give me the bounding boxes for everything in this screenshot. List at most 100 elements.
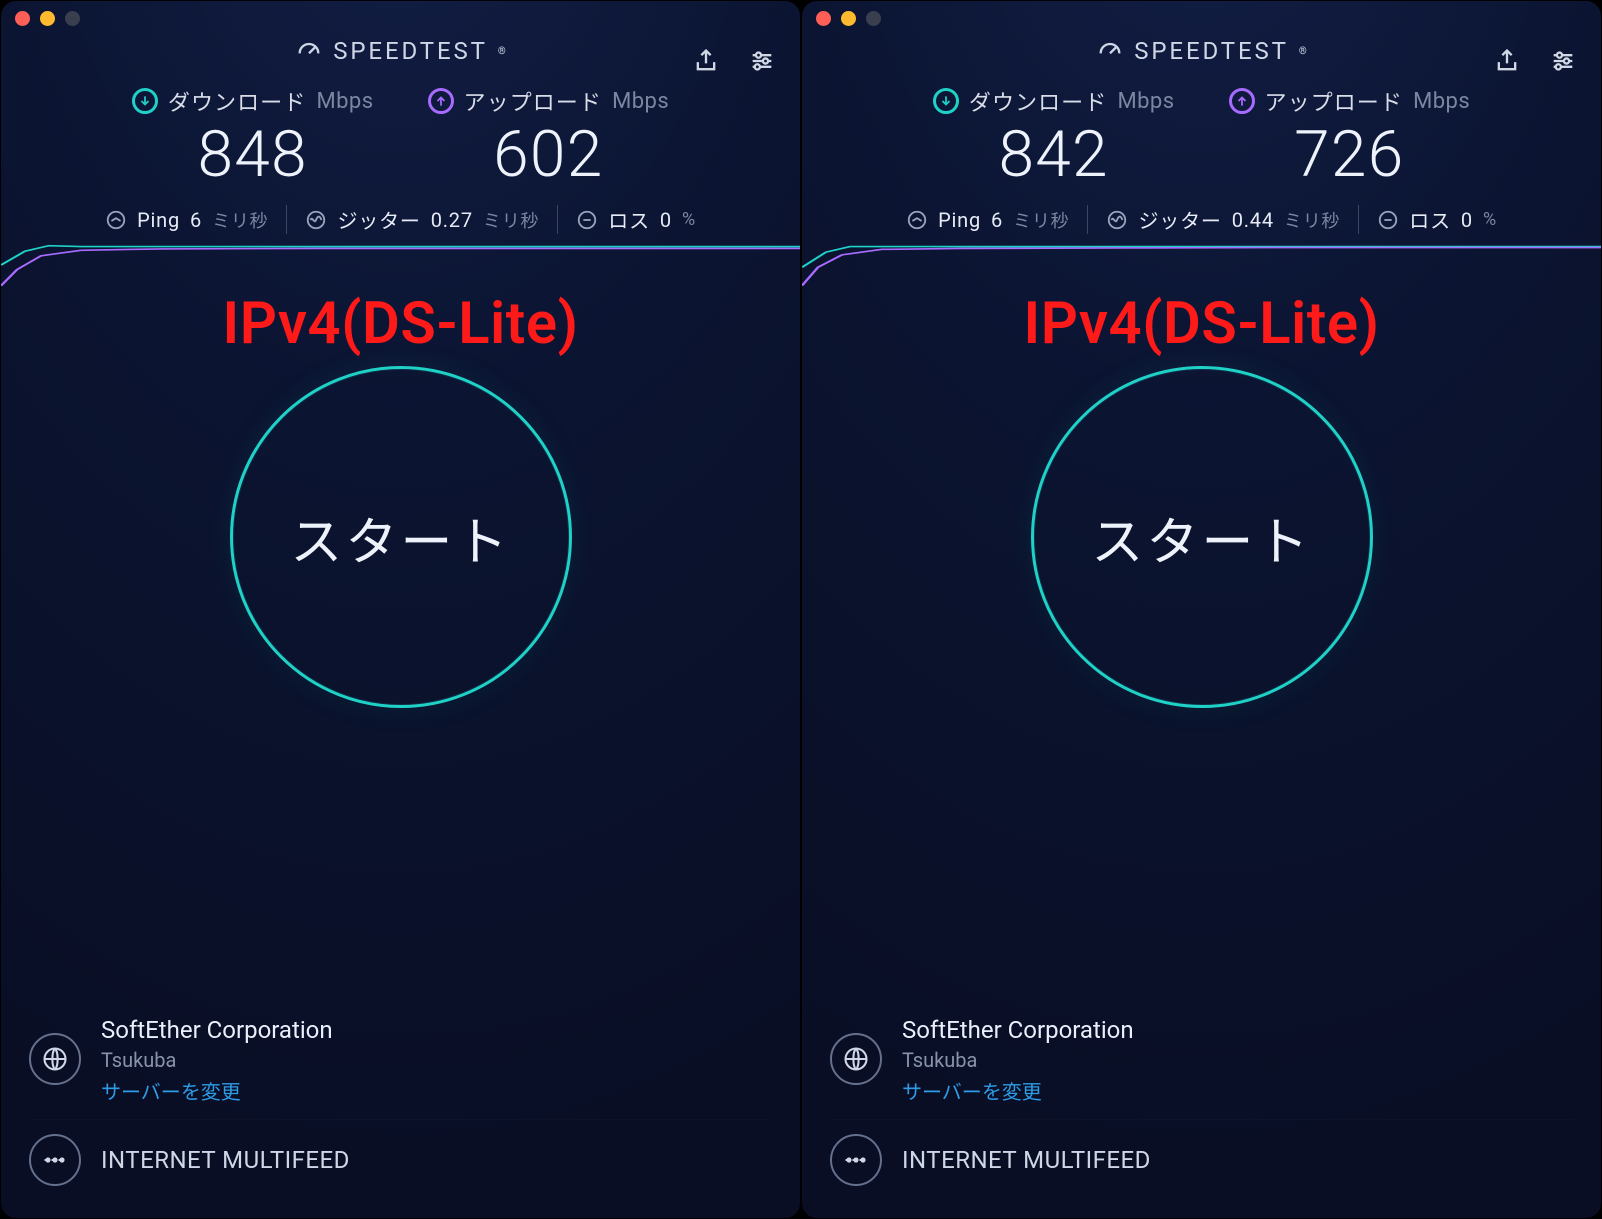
close-icon[interactable] bbox=[816, 11, 831, 26]
server-location: Tsukuba bbox=[902, 1048, 1134, 1072]
jitter-label: ジッター bbox=[337, 205, 420, 234]
download-value: 848 bbox=[198, 123, 308, 187]
loss-icon bbox=[1377, 209, 1399, 231]
minimize-icon[interactable] bbox=[841, 11, 856, 26]
jitter-value: 0.44 bbox=[1232, 208, 1274, 232]
share-icon[interactable] bbox=[1493, 47, 1521, 79]
connection-stats: Ping 6 ミリ秒 ジッター 0.27 ミリ秒 ロス 0 % bbox=[1, 205, 800, 234]
speedtest-window: SPEEDTEST® ダウンロード Mbps 848 ア bbox=[0, 0, 801, 1219]
maximize-icon[interactable] bbox=[866, 11, 881, 26]
loss-unit: % bbox=[1483, 209, 1497, 230]
upload-label: アップロード bbox=[464, 85, 603, 117]
speedtest-window: SPEEDTEST® ダウンロード Mbps 842 ア bbox=[801, 0, 1602, 1219]
ping-icon bbox=[105, 209, 127, 231]
ping-unit: ミリ秒 bbox=[212, 207, 268, 233]
upload-value: 726 bbox=[1294, 123, 1404, 187]
ping-stat: Ping 6 ミリ秒 bbox=[87, 207, 286, 233]
upload-unit: Mbps bbox=[612, 89, 669, 114]
speed-metrics: ダウンロード Mbps 848 アップロード Mbps 602 bbox=[1, 85, 800, 187]
loss-value: 0 bbox=[660, 208, 672, 232]
brand-text: SPEEDTEST bbox=[1134, 37, 1289, 65]
jitter-icon bbox=[1106, 209, 1128, 231]
speed-chart bbox=[802, 242, 1601, 288]
gauge-icon bbox=[1096, 37, 1124, 65]
loss-stat: ロス 0 % bbox=[1358, 205, 1515, 234]
isp-row[interactable]: INTERNET MULTIFEED bbox=[29, 1119, 772, 1200]
footer: SoftEther Corporation Tsukuba サーバーを変更 IN… bbox=[802, 1000, 1601, 1218]
jitter-stat: ジッター 0.44 ミリ秒 bbox=[1087, 205, 1358, 234]
change-server-link[interactable]: サーバーを変更 bbox=[101, 1076, 333, 1105]
jitter-unit: ミリ秒 bbox=[483, 207, 539, 233]
upload-metric: アップロード Mbps 726 bbox=[1229, 85, 1471, 187]
ping-unit: ミリ秒 bbox=[1013, 207, 1069, 233]
isp-row[interactable]: INTERNET MULTIFEED bbox=[830, 1119, 1573, 1200]
speed-chart bbox=[1, 242, 800, 288]
download-unit: Mbps bbox=[316, 89, 373, 114]
jitter-value: 0.27 bbox=[431, 208, 473, 232]
close-icon[interactable] bbox=[15, 11, 30, 26]
globe-icon bbox=[830, 1033, 882, 1085]
upload-icon bbox=[1229, 88, 1255, 114]
isp-name: INTERNET MULTIFEED bbox=[101, 1146, 350, 1174]
window-titlebar bbox=[1, 1, 800, 35]
server-row[interactable]: SoftEther Corporation Tsukuba サーバーを変更 bbox=[830, 1000, 1573, 1119]
upload-label: アップロード bbox=[1265, 85, 1404, 117]
footer: SoftEther Corporation Tsukuba サーバーを変更 IN… bbox=[1, 1000, 800, 1218]
server-row[interactable]: SoftEther Corporation Tsukuba サーバーを変更 bbox=[29, 1000, 772, 1119]
download-label: ダウンロード bbox=[168, 85, 307, 117]
jitter-unit: ミリ秒 bbox=[1284, 207, 1340, 233]
ping-label: Ping bbox=[137, 208, 180, 232]
ping-value: 6 bbox=[991, 208, 1003, 232]
download-label: ダウンロード bbox=[969, 85, 1108, 117]
server-location: Tsukuba bbox=[101, 1048, 333, 1072]
brand-logo: SPEEDTEST® bbox=[802, 37, 1601, 65]
jitter-stat: ジッター 0.27 ミリ秒 bbox=[286, 205, 557, 234]
loss-unit: % bbox=[682, 209, 696, 230]
brand-text: SPEEDTEST bbox=[333, 37, 488, 65]
loss-stat: ロス 0 % bbox=[557, 205, 714, 234]
loss-label: ロス bbox=[1409, 205, 1451, 234]
gauge-icon bbox=[295, 37, 323, 65]
loss-label: ロス bbox=[608, 205, 650, 234]
download-unit: Mbps bbox=[1117, 89, 1174, 114]
ping-label: Ping bbox=[938, 208, 981, 232]
brand-logo: SPEEDTEST® bbox=[1, 37, 800, 65]
ping-stat: Ping 6 ミリ秒 bbox=[888, 207, 1087, 233]
settings-icon[interactable] bbox=[1549, 47, 1577, 79]
download-metric: ダウンロード Mbps 842 bbox=[933, 85, 1175, 187]
upload-unit: Mbps bbox=[1413, 89, 1470, 114]
jitter-icon bbox=[305, 209, 327, 231]
overlay-label: IPv4(DS-Lite) bbox=[1, 290, 800, 358]
globe-icon bbox=[29, 1033, 81, 1085]
share-icon[interactable] bbox=[692, 47, 720, 79]
window-titlebar bbox=[802, 1, 1601, 35]
upload-icon bbox=[428, 88, 454, 114]
ping-value: 6 bbox=[190, 208, 202, 232]
change-server-link[interactable]: サーバーを変更 bbox=[902, 1076, 1134, 1105]
server-name: SoftEther Corporation bbox=[902, 1014, 1134, 1046]
server-name: SoftEther Corporation bbox=[101, 1014, 333, 1046]
start-button-label: スタート bbox=[1091, 500, 1311, 575]
loss-value: 0 bbox=[1461, 208, 1473, 232]
minimize-icon[interactable] bbox=[40, 11, 55, 26]
ping-icon bbox=[906, 209, 928, 231]
maximize-icon[interactable] bbox=[65, 11, 80, 26]
download-metric: ダウンロード Mbps 848 bbox=[132, 85, 374, 187]
isp-icon bbox=[29, 1134, 81, 1186]
speed-metrics: ダウンロード Mbps 842 アップロード Mbps 726 bbox=[802, 85, 1601, 187]
start-button[interactable]: スタート bbox=[1031, 366, 1373, 708]
settings-icon[interactable] bbox=[748, 47, 776, 79]
download-icon bbox=[132, 88, 158, 114]
start-button-label: スタート bbox=[290, 500, 510, 575]
download-value: 842 bbox=[999, 123, 1109, 187]
start-button[interactable]: スタート bbox=[230, 366, 572, 708]
upload-metric: アップロード Mbps 602 bbox=[428, 85, 670, 187]
connection-stats: Ping 6 ミリ秒 ジッター 0.44 ミリ秒 ロス 0 % bbox=[802, 205, 1601, 234]
isp-name: INTERNET MULTIFEED bbox=[902, 1146, 1151, 1174]
isp-icon bbox=[830, 1134, 882, 1186]
upload-value: 602 bbox=[493, 123, 603, 187]
jitter-label: ジッター bbox=[1138, 205, 1221, 234]
overlay-label: IPv4(DS-Lite) bbox=[802, 290, 1601, 358]
loss-icon bbox=[576, 209, 598, 231]
download-icon bbox=[933, 88, 959, 114]
